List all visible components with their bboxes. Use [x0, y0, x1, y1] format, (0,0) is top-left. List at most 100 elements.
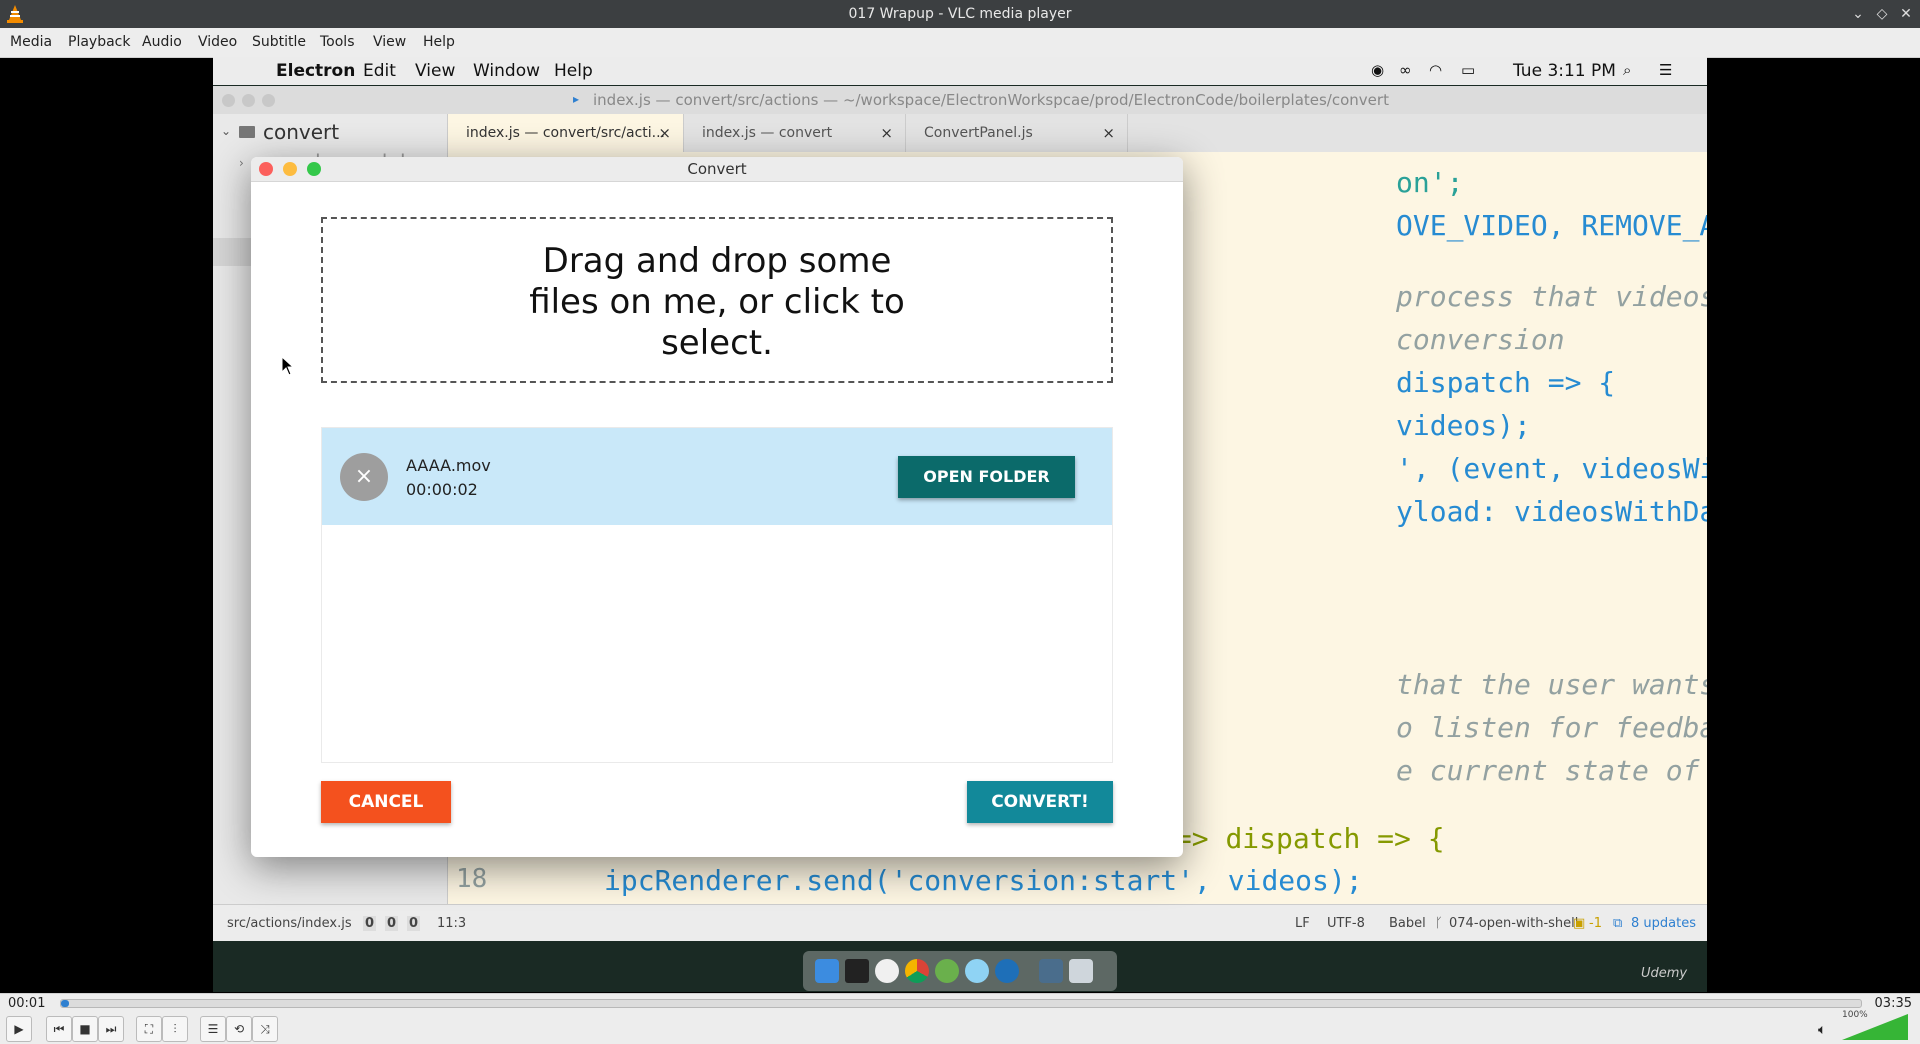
- loop-icon[interactable]: ⟲: [226, 1016, 252, 1042]
- atom-app-icon[interactable]: [935, 959, 959, 983]
- play-icon[interactable]: ▶: [6, 1016, 32, 1042]
- trash-icon[interactable]: [1069, 959, 1093, 983]
- stop-icon[interactable]: ■: [72, 1016, 98, 1042]
- code-line: process that videos: [1396, 280, 1707, 313]
- menu-view[interactable]: View: [373, 34, 406, 50]
- terminal-icon[interactable]: [845, 959, 869, 983]
- speaker-icon[interactable]: 🔈︎: [1818, 1022, 1826, 1038]
- record-icon: ◉: [1371, 61, 1385, 79]
- notification-center-icon: ☰: [1659, 61, 1673, 79]
- code-line: dispatch => {: [1396, 366, 1616, 399]
- fullscreen-icon[interactable]: ⛶: [136, 1016, 162, 1042]
- convert-dialog: Convert Drag and drop some files on me, …: [251, 157, 1183, 857]
- cancel-button[interactable]: CANCEL: [321, 781, 451, 823]
- mac-menubar: Electron Edit View Window Help ◉ ∞ ◠ ▭ T…: [213, 57, 1707, 85]
- status-grammar[interactable]: Babel: [1389, 916, 1426, 931]
- tab-label: index.js — convert/src/acti...: [466, 125, 665, 141]
- playlist-icon[interactable]: ☰: [200, 1016, 226, 1042]
- code-line: conversion: [1396, 323, 1565, 356]
- status-updates[interactable]: 8 updates: [1631, 916, 1696, 931]
- dialog-close-button[interactable]: [259, 162, 273, 176]
- emoji-app-icon[interactable]: [875, 959, 899, 983]
- dialog-minimize-button[interactable]: [283, 162, 297, 176]
- close-icon[interactable]: ✕: [1896, 4, 1916, 24]
- dock: [803, 951, 1117, 991]
- maximize-icon[interactable]: ◇: [1872, 4, 1892, 24]
- menu-playback[interactable]: Playback: [68, 34, 130, 50]
- atom-title-bar: ▸ index.js — convert/src/actions — ~/wor…: [213, 86, 1707, 115]
- close-icon[interactable]: ×: [1102, 114, 1115, 152]
- cursor-icon: [281, 356, 295, 376]
- seek-progress: [61, 1000, 69, 1007]
- status-line-ending[interactable]: LF: [1295, 916, 1310, 931]
- status-issues[interactable]: -1: [1589, 916, 1602, 931]
- dialog-title: Convert: [687, 160, 747, 178]
- vlc-title-bar: 017 Wrapup - VLC media player ⌄ ◇ ✕: [0, 0, 1920, 28]
- next-icon[interactable]: ⏭: [98, 1016, 124, 1042]
- menu-video[interactable]: Video: [198, 34, 237, 50]
- issues-icon: ▣: [1573, 916, 1586, 931]
- menu-app-electron: Electron: [276, 61, 356, 81]
- vlc-controls: 00:01 03:35 ▶ ⏮ ■ ⏭ ⛶ ⫶ ☰ ⟲ ⤨ 🔈︎ 100%: [0, 993, 1920, 1044]
- tree-root[interactable]: convert: [263, 120, 339, 144]
- updates-icon: ⧉: [1613, 916, 1623, 931]
- minimize-icon[interactable]: ⌄: [1848, 4, 1868, 24]
- menu-help[interactable]: Help: [423, 34, 455, 50]
- previous-icon[interactable]: ⏮: [46, 1016, 72, 1042]
- tab-index-convert[interactable]: index.js — convert ×: [684, 114, 906, 152]
- spotlight-icon: ⌕: [1623, 61, 1632, 79]
- preview-icon[interactable]: [1039, 959, 1063, 983]
- dropzone[interactable]: Drag and drop some files on me, or click…: [321, 217, 1113, 383]
- close-icon[interactable]: ×: [880, 114, 893, 152]
- atom-close-light: [222, 94, 235, 107]
- volume-slider[interactable]: [1842, 1014, 1908, 1040]
- convert-button[interactable]: CONVERT!: [967, 781, 1113, 823]
- menu-view: View: [415, 61, 456, 81]
- menu-tools[interactable]: Tools: [320, 34, 355, 50]
- code-line: e current state of: [1396, 754, 1700, 787]
- file-icon: ▸: [573, 92, 580, 106]
- status-branch[interactable]: 074-open-with-shell: [1449, 916, 1578, 931]
- tab-convert-panel[interactable]: ConvertPanel.js ×: [906, 114, 1128, 152]
- battery-icon: ▭: [1461, 61, 1476, 79]
- chevron-right-icon[interactable]: ›: [239, 156, 244, 170]
- tab-index-actions[interactable]: index.js — convert/src/acti... ×: [448, 114, 684, 152]
- dialog-title-bar: Convert: [251, 157, 1183, 182]
- list-item: × AAAA.mov 00:00:02 OPEN FOLDER: [322, 428, 1112, 525]
- seek-bar[interactable]: [60, 999, 1862, 1008]
- code-line: OVE_VIDEO, REMOVE_ALL_VIDEOS,: [1396, 209, 1707, 242]
- extended-settings-icon[interactable]: ⫶: [162, 1016, 188, 1042]
- chevron-down-icon[interactable]: ⌄: [221, 124, 231, 138]
- browser-icon[interactable]: [995, 959, 1019, 983]
- wifi-icon: ◠: [1429, 61, 1443, 79]
- status-count[interactable]: 0: [385, 916, 399, 931]
- branch-icon: ᚴ: [1435, 916, 1443, 931]
- video-duration: 00:00:02: [406, 480, 478, 499]
- total-time: 03:35: [1874, 996, 1912, 1011]
- menu-media[interactable]: Media: [10, 34, 52, 50]
- menu-edit: Edit: [363, 61, 396, 81]
- shuffle-icon[interactable]: ⤨: [252, 1016, 278, 1042]
- chrome-icon[interactable]: [905, 959, 929, 983]
- window-title: 017 Wrapup - VLC media player: [848, 6, 1072, 22]
- status-cursor[interactable]: 11:3: [437, 916, 466, 931]
- safari-icon[interactable]: [965, 959, 989, 983]
- status-count[interactable]: 0: [407, 916, 421, 931]
- atom-zoom-light: [262, 94, 275, 107]
- close-icon[interactable]: ×: [658, 114, 671, 152]
- menu-audio[interactable]: Audio: [142, 34, 182, 50]
- remove-video-button[interactable]: ×: [340, 453, 388, 501]
- finder-icon[interactable]: [815, 959, 839, 983]
- menu-help: Help: [554, 61, 593, 81]
- status-encoding[interactable]: UTF-8: [1327, 916, 1365, 931]
- open-folder-button[interactable]: OPEN FOLDER: [898, 456, 1075, 498]
- dialog-zoom-button[interactable]: [307, 162, 321, 176]
- elapsed-time: 00:01: [8, 996, 46, 1011]
- video-filename: AAAA.mov: [406, 456, 491, 475]
- atom-title: index.js — convert/src/actions — ~/works…: [593, 91, 1389, 109]
- dropzone-text: Drag and drop some files on me, or click…: [529, 241, 905, 363]
- status-path[interactable]: src/actions/index.js: [227, 916, 352, 931]
- code-line: yload: videosWithData });: [1396, 495, 1707, 528]
- status-count[interactable]: 0: [363, 916, 377, 931]
- menu-subtitle[interactable]: Subtitle: [252, 34, 306, 50]
